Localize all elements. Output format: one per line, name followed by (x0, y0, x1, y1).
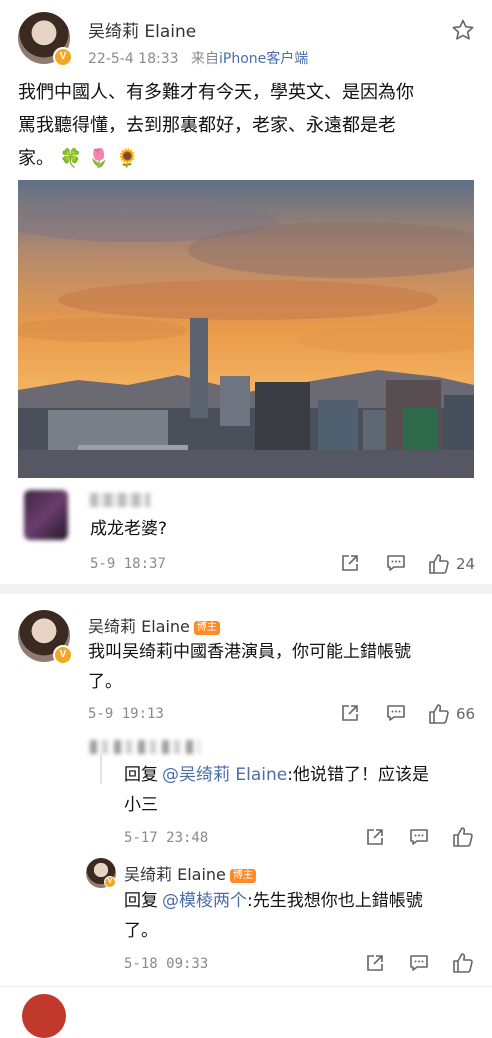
replier-name[interactable] (90, 740, 200, 754)
verified-badge-icon: V (104, 876, 116, 888)
reply-button[interactable] (386, 553, 406, 573)
post-meta: 22-5-4 18:33 来自iPhone客户端 (88, 48, 308, 68)
like-count: 66 (456, 705, 476, 723)
comment-icon (387, 705, 405, 721)
share-icon (342, 705, 358, 721)
reply-button[interactable] (409, 827, 429, 847)
mention-link[interactable]: @吴绮莉 Elaine (162, 765, 287, 785)
comment-author-name[interactable]: 吴绮莉 Elaine 博主 (88, 613, 220, 637)
share-button[interactable] (365, 827, 385, 847)
thumbs-up-icon (429, 554, 449, 574)
post-image[interactable] (18, 180, 474, 478)
reply-button[interactable] (409, 953, 429, 973)
reply-text: 回复 @吴绮莉 Elaine:他说错了！应该是 小三 (124, 765, 429, 815)
share-icon (367, 955, 383, 971)
reply-time: 5-17 23:48 (124, 830, 209, 846)
post-author-name[interactable]: 吴绮莉 Elaine (88, 17, 196, 42)
like-button[interactable] (452, 952, 474, 974)
mention-link[interactable]: @模棱两个 (162, 891, 247, 911)
reply-button[interactable] (386, 703, 406, 723)
commenter-name[interactable] (90, 493, 150, 507)
reply-time: 5-18 09:33 (124, 956, 209, 972)
comment-icon (387, 555, 405, 571)
like-count: 24 (456, 555, 476, 573)
reply-text: 回复 @模棱两个:先生我想你也上錯帳號 了。 (124, 891, 423, 941)
blogger-badge: 博主 (229, 868, 256, 883)
reply-prefix: 回复 (124, 891, 158, 911)
post-text: 我們中國人、有多難才有今天，學英文、是因為你 罵我聽得懂，去到那裏都好，老家、永… (18, 76, 478, 175)
like-button[interactable]: 24 (428, 553, 475, 575)
verified-badge-icon: V (53, 47, 73, 67)
clover-emoji: 🍀 (59, 148, 83, 169)
comment-icon (410, 955, 428, 971)
next-commenter-avatar[interactable] (22, 994, 66, 1038)
comment-time: 5-9 18:37 (90, 556, 166, 572)
blogger-badge: 博主 (193, 620, 220, 635)
reply-prefix: 回复 (124, 765, 158, 785)
share-button[interactable] (340, 553, 360, 573)
post-source-prefix: 来自 (190, 51, 219, 67)
section-divider (0, 584, 492, 594)
comment-text: 成龙老婆? (90, 519, 168, 539)
reply-author-name[interactable]: 吴绮莉 Elaine 博主 (124, 861, 256, 885)
comment-icon (410, 829, 428, 845)
commenter-avatar[interactable] (24, 490, 68, 540)
post-text-line: 家。 🍀 🌷 🌻 (18, 148, 139, 169)
verified-badge-icon: V (53, 645, 73, 665)
like-button[interactable] (452, 826, 474, 848)
tulip-emoji: 🌷 (87, 148, 111, 169)
like-button[interactable]: 66 (428, 703, 475, 725)
thumbs-up-icon (453, 827, 473, 847)
thumbs-up-icon (453, 953, 473, 973)
comment-time: 5-9 19:13 (88, 706, 164, 722)
share-button[interactable] (365, 953, 385, 973)
share-icon (367, 829, 383, 845)
post-text-line: 我們中國人、有多難才有今天，學英文、是因為你 (18, 82, 414, 103)
post-date: 22-5-4 18:33 (88, 51, 179, 67)
next-comment-edge (0, 986, 492, 1001)
post-source[interactable]: iPhone客户端 (219, 51, 308, 67)
post-text-line: 罵我聽得懂，去到那裏都好，老家、永遠都是老 (18, 115, 396, 136)
comment-text: 我叫吴绮莉中國香港演員，你可能上錯帳號 了。 (88, 642, 411, 692)
thumbs-up-icon (429, 704, 449, 724)
sunflower-emoji: 🌻 (116, 148, 139, 169)
share-button[interactable] (340, 703, 360, 723)
favorite-star-icon[interactable] (451, 18, 475, 42)
share-icon (342, 555, 358, 571)
